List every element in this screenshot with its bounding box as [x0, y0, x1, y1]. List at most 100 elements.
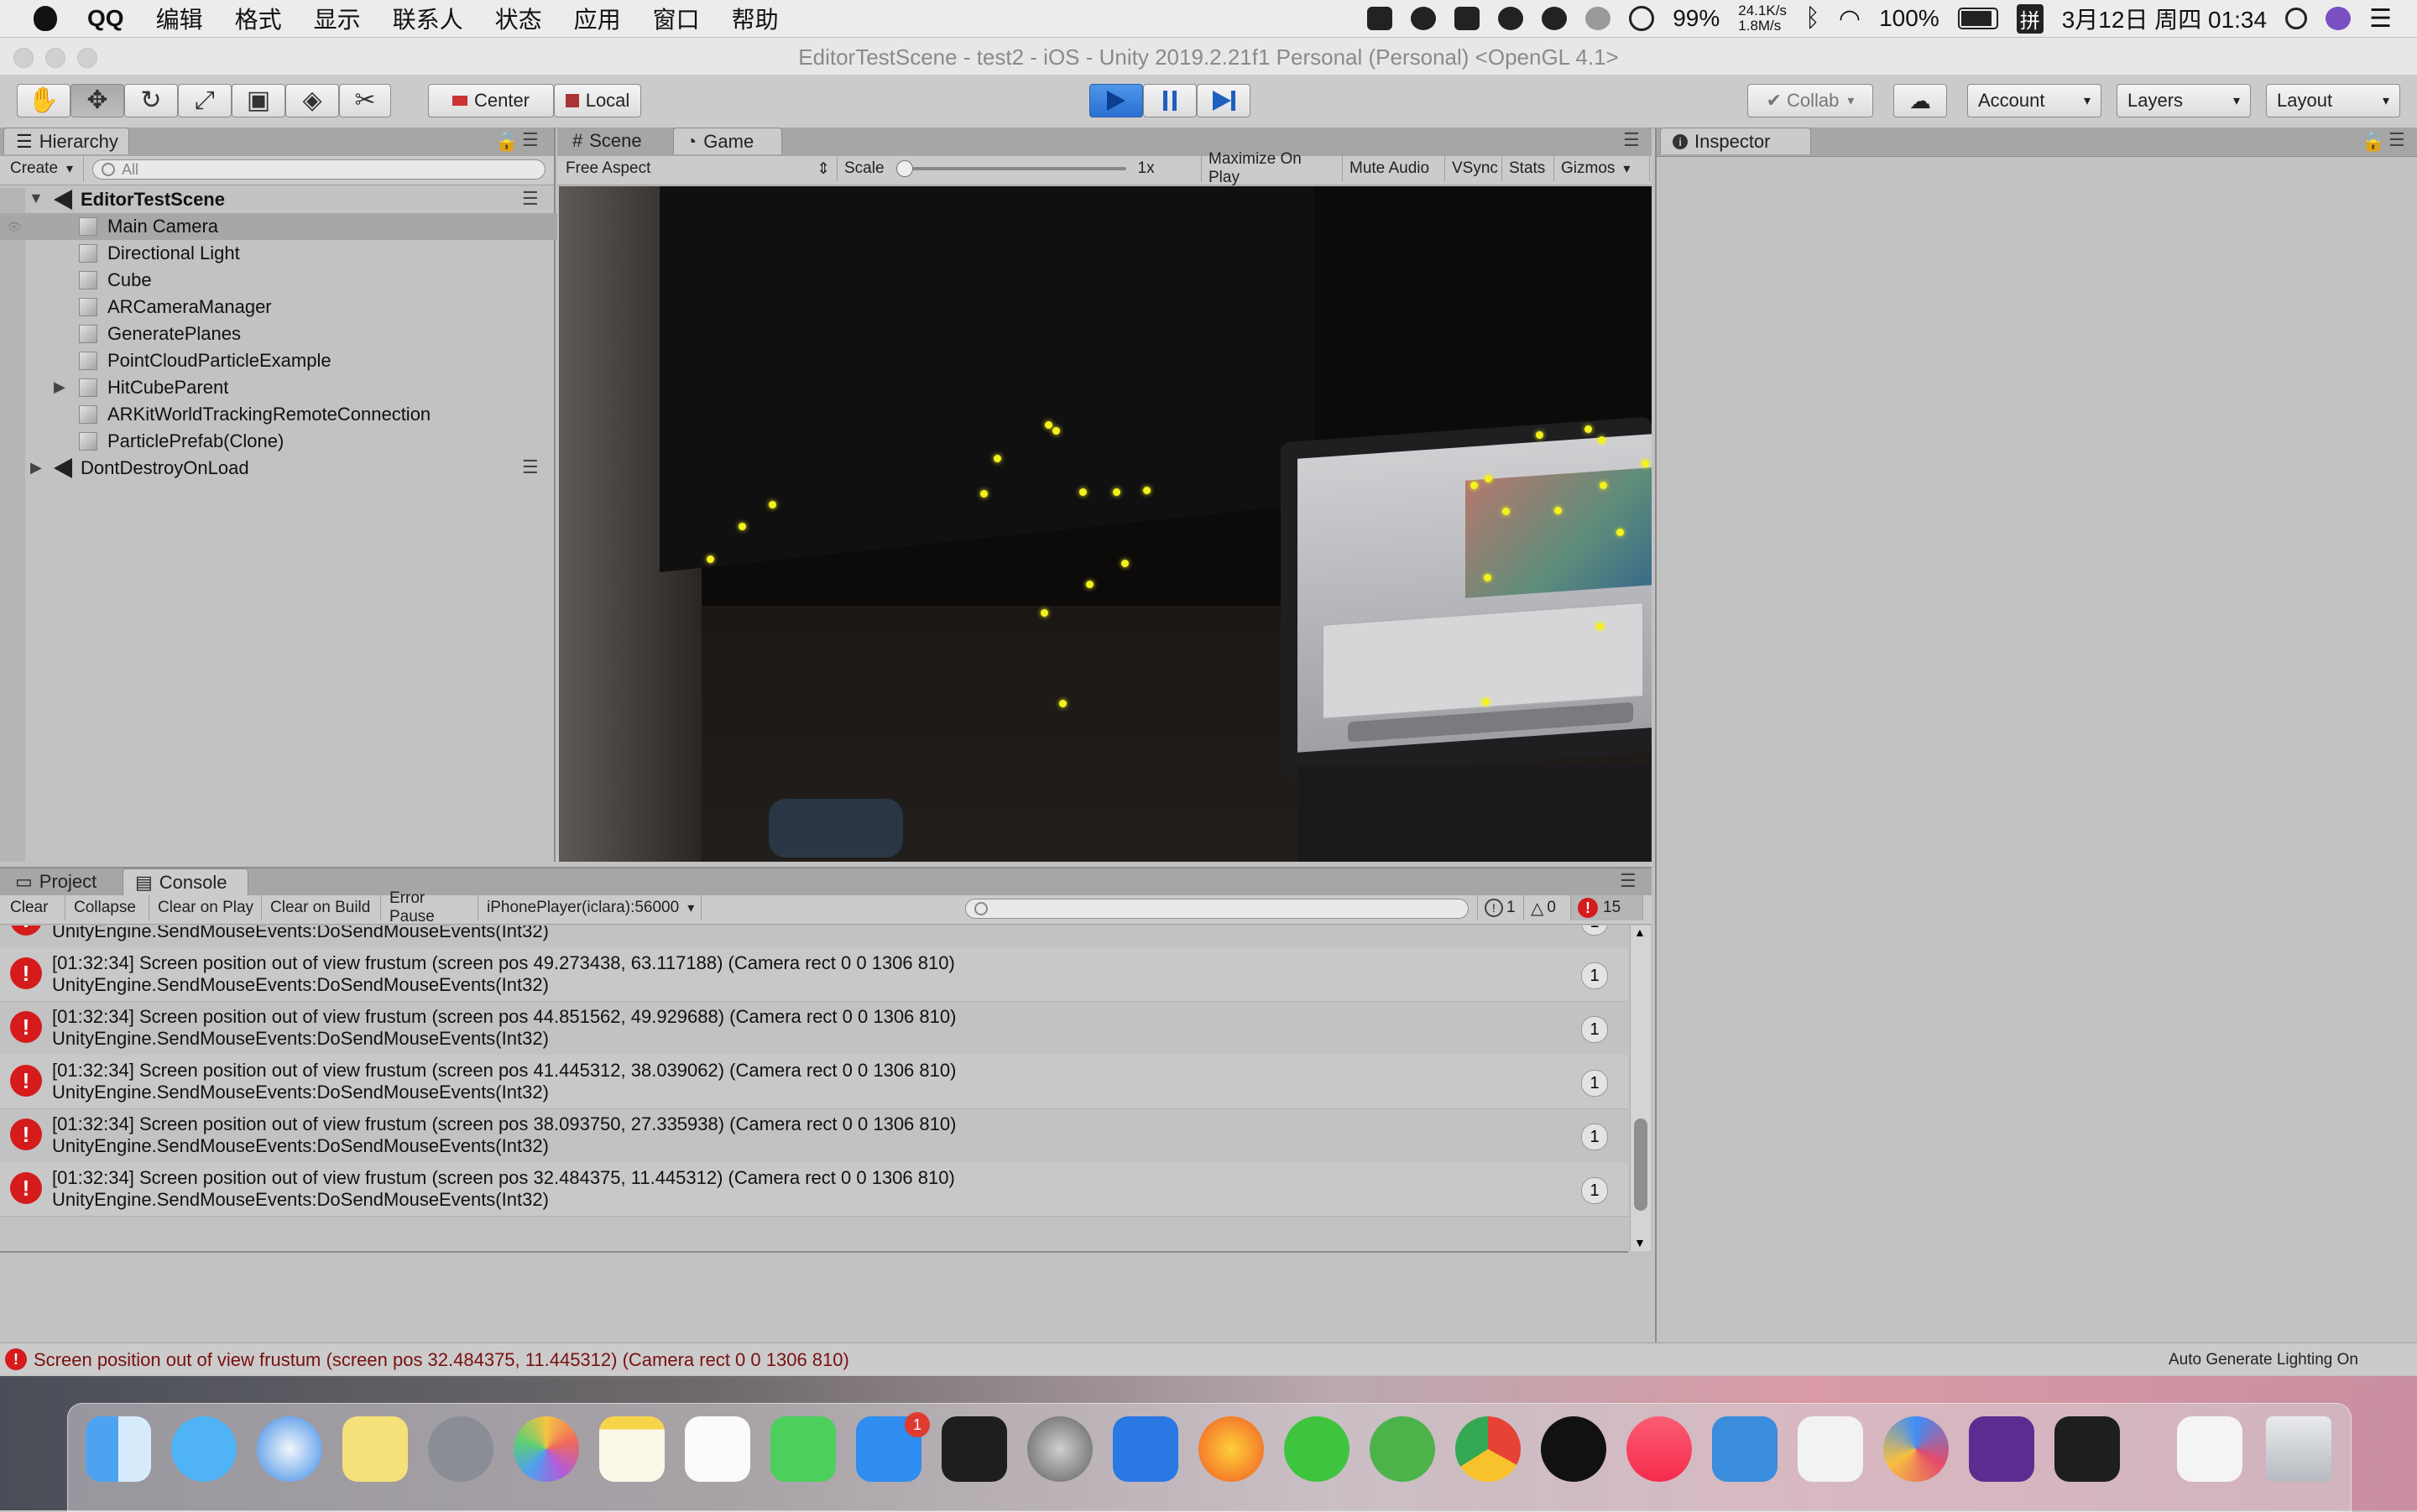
- account-dropdown[interactable]: Account: [1967, 84, 2101, 117]
- globe-icon[interactable]: [1585, 7, 1611, 30]
- hierarchy-item[interactable]: 👁 Main Camera: [0, 213, 629, 240]
- trash-icon[interactable]: [2266, 1416, 2331, 1482]
- clear-on-build-button[interactable]: Clear on Build: [264, 895, 381, 920]
- gizmos-dropdown[interactable]: Gizmos: [1554, 156, 1650, 181]
- reminders-icon[interactable]: [685, 1416, 750, 1482]
- console-scrollbar[interactable]: ▲ ▼: [1630, 925, 1651, 1251]
- custom-tool-button[interactable]: ✂: [339, 84, 391, 117]
- hierarchy-item[interactable]: Directional Light: [0, 240, 629, 267]
- ring-icon[interactable]: [1629, 6, 1655, 31]
- safari-icon[interactable]: [257, 1416, 322, 1482]
- menu-app-name[interactable]: QQ: [87, 5, 124, 32]
- spotlight-search-icon[interactable]: [2285, 8, 2308, 29]
- warning-filter-toggle[interactable]: △ 0: [1524, 895, 1571, 920]
- facetime-icon[interactable]: [770, 1416, 836, 1482]
- eye-icon[interactable]: 👁: [7, 220, 22, 234]
- auto-lighting-status[interactable]: Auto Generate Lighting On: [2169, 1351, 2358, 1369]
- tab-project[interactable]: ▭ Project: [3, 868, 112, 895]
- menu-item-contacts[interactable]: 联系人: [393, 2, 463, 35]
- tab-scene[interactable]: # Scene: [561, 128, 661, 154]
- stats-button[interactable]: Stats: [1502, 156, 1554, 181]
- hierarchy-item[interactable]: ARCameraManager: [0, 294, 629, 321]
- menu-item-help[interactable]: 帮助: [732, 2, 779, 35]
- terminal-icon[interactable]: [942, 1416, 1007, 1482]
- mute-audio-button[interactable]: Mute Audio: [1343, 156, 1445, 181]
- qq-icon[interactable]: [1541, 1416, 1606, 1482]
- music-icon[interactable]: [1626, 1416, 1692, 1482]
- tab-console[interactable]: ▤ Console: [123, 868, 248, 895]
- hierarchy-item[interactable]: Cube: [0, 267, 629, 294]
- siri-icon[interactable]: [2326, 7, 2352, 30]
- hierarchy-item[interactable]: ARKitWorldTrackingRemoteConnection: [0, 401, 629, 428]
- collab-dropdown[interactable]: ✔ Collab: [1747, 84, 1873, 117]
- pivot-local-button[interactable]: Local: [554, 84, 641, 117]
- console-entry[interactable]: ! UnityEngine.SendMouseEvents:DoSendMous…: [0, 925, 1628, 948]
- menu-item-status[interactable]: 状态: [495, 2, 542, 35]
- menu-item-apps[interactable]: 应用: [574, 2, 621, 35]
- collapse-button[interactable]: Collapse: [67, 895, 149, 920]
- wifi-icon[interactable]: ◠: [1839, 4, 1861, 34]
- scene-menu-icon[interactable]: ☰: [522, 456, 539, 478]
- error-pause-button[interactable]: Error Pause: [383, 889, 478, 925]
- console-entry[interactable]: ! [01:32:34] Screen position out of view…: [0, 1055, 1628, 1109]
- messages-icon[interactable]: [171, 1416, 237, 1482]
- photos-icon[interactable]: [514, 1416, 579, 1482]
- console-entry[interactable]: ! [01:32:34] Screen position out of view…: [0, 1001, 1628, 1056]
- console-entry[interactable]: ! [01:32:34] Screen position out of view…: [0, 947, 1628, 1002]
- evernote-status-icon[interactable]: [1498, 7, 1524, 30]
- notification-center-icon[interactable]: ☰: [2369, 4, 2392, 34]
- menu-item-view[interactable]: 显示: [314, 2, 361, 35]
- collapsed-arrow-icon[interactable]: ▶: [30, 459, 42, 477]
- step-button[interactable]: [1197, 84, 1250, 117]
- xcode-icon[interactable]: [1712, 1416, 1778, 1482]
- scale-tool-button[interactable]: ⤢: [178, 84, 232, 117]
- firefox-icon[interactable]: [1198, 1416, 1264, 1482]
- system-preferences-icon[interactable]: [1027, 1416, 1093, 1482]
- battery-icon[interactable]: [1957, 8, 1998, 29]
- panel-menu-icon[interactable]: ☰: [1623, 129, 1640, 151]
- console-entry[interactable]: ! [01:32:34] Screen position out of view…: [0, 1162, 1628, 1217]
- create-dropdown[interactable]: Create: [3, 156, 84, 181]
- tab-hierarchy[interactable]: ☰ Hierarchy: [3, 128, 129, 154]
- console-scrollbar-thumb[interactable]: [1634, 1118, 1647, 1211]
- menu-item-format[interactable]: 格式: [235, 2, 282, 35]
- notes-icon[interactable]: [599, 1416, 665, 1482]
- bluetooth-icon[interactable]: ᛒ: [1805, 4, 1820, 33]
- status-message[interactable]: Screen position out of view frustum (scr…: [34, 1349, 849, 1371]
- unity-hub-icon[interactable]: [1798, 1416, 1863, 1482]
- send-icon[interactable]: [1454, 7, 1480, 30]
- scene-menu-icon[interactable]: ☰: [522, 188, 539, 210]
- scroll-up-icon[interactable]: ▲: [1634, 925, 1646, 939]
- menu-item-edit[interactable]: 编辑: [156, 2, 203, 35]
- wechat-icon[interactable]: [1284, 1416, 1349, 1482]
- log-filter-toggle[interactable]: ! 1: [1477, 895, 1524, 920]
- rotate-tool-button[interactable]: ↻: [124, 84, 178, 117]
- layers-dropdown[interactable]: Layers: [2117, 84, 2251, 117]
- baidu-netdisk-icon[interactable]: [1883, 1416, 1949, 1482]
- expand-arrow-icon[interactable]: ▼: [29, 190, 44, 207]
- stickies-icon[interactable]: [342, 1416, 408, 1482]
- player-connection-dropdown[interactable]: iPhonePlayer(iclara):56000: [480, 895, 702, 920]
- collapsed-arrow-icon[interactable]: ▶: [54, 378, 65, 396]
- move-tool-button[interactable]: ✥: [70, 84, 124, 117]
- hierarchy-item[interactable]: ▶ HitCubeParent: [0, 374, 629, 401]
- vpn-icon[interactable]: [1367, 7, 1393, 30]
- aspect-dropdown[interactable]: Free Aspect ⇕: [559, 156, 838, 181]
- pause-button[interactable]: [1143, 84, 1197, 117]
- scale-slider-thumb[interactable]: [895, 160, 913, 177]
- hierarchy-item[interactable]: GeneratePlanes: [0, 321, 629, 347]
- cloud-button[interactable]: ☁: [1893, 84, 1947, 117]
- scroll-down-icon[interactable]: ▼: [1634, 1236, 1646, 1249]
- dontdestroy-scene-row[interactable]: ▶ DontDestroyOnLoad ☰: [0, 455, 604, 482]
- rect-tool-button[interactable]: ▣: [232, 84, 285, 117]
- apple-menu-icon[interactable]: [34, 6, 57, 31]
- qq-status-icon[interactable]: [1411, 7, 1437, 30]
- transform-tool-button[interactable]: ◈: [285, 84, 339, 117]
- clock[interactable]: 3月12日 周四 01:34: [2062, 2, 2267, 35]
- menu-item-window[interactable]: 窗口: [653, 2, 700, 35]
- lock-icon[interactable]: 🔒: [2362, 131, 2384, 153]
- clear-on-play-button[interactable]: Clear on Play: [151, 895, 262, 920]
- clear-button[interactable]: Clear: [3, 895, 65, 920]
- vsync-button[interactable]: VSync: [1445, 156, 1502, 181]
- finder-icon[interactable]: [86, 1416, 151, 1482]
